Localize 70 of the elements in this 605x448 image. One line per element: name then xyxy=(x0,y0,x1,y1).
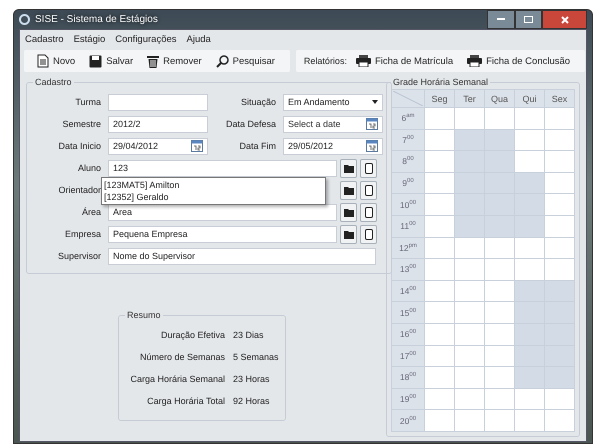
day-header: Sex xyxy=(545,90,574,107)
button-label: Novo xyxy=(53,56,76,66)
summary-label: Carga Horária Semanal xyxy=(129,374,226,384)
field-label: Data Defesa xyxy=(224,119,277,129)
button-label: Ficha de Conclusão xyxy=(486,56,570,66)
summary-label: Número de Semanas xyxy=(138,352,226,362)
button-label: Remover xyxy=(163,56,202,66)
button-label: Ficha de Matrícula xyxy=(374,56,454,66)
window-title: SISE - Sistema de Estágios xyxy=(35,14,158,25)
button-label: Pesquisar xyxy=(232,56,275,66)
field-label: Semestre xyxy=(61,119,102,129)
hour-label: 7$^{00}$ xyxy=(392,130,424,150)
status-dropdown[interactable]: Em Andamento xyxy=(283,94,383,110)
menu-item[interactable]: Cadastro xyxy=(25,34,64,44)
field-label: Data Inicio xyxy=(57,141,102,151)
hour-label: 14$^{00}$ xyxy=(392,280,424,302)
toolbar-button[interactable]: Salvar xyxy=(84,52,138,70)
hour-label: 17$^{00}$ xyxy=(392,346,424,366)
toolbar-button[interactable]: Novo xyxy=(32,52,80,70)
hour-label: 13$^{00}$ xyxy=(392,259,424,280)
input-field[interactable]: 2012/2 xyxy=(108,116,208,132)
field-label: Supervisor xyxy=(56,251,102,261)
date-field[interactable]: 29/05/2012 xyxy=(283,138,383,154)
summary-label: Duração Efetiva xyxy=(160,330,226,340)
toolbar-label: Relatórios: xyxy=(304,56,347,66)
summary-value: 23 Dias xyxy=(233,330,264,340)
report-button[interactable]: Ficha de Conclusão xyxy=(462,53,576,69)
input-field[interactable]: 123 xyxy=(108,160,337,176)
summary-value: 5 Semanas xyxy=(233,352,279,362)
summary-label: Carga Horária Total xyxy=(146,396,226,406)
suggestion-item[interactable]: [123MAT5] Amilton xyxy=(104,179,323,191)
report-button[interactable]: Ficha de Matrícula xyxy=(350,53,458,69)
menu-item[interactable]: Configurações xyxy=(115,34,177,44)
input-field[interactable]: Nome do Supervisor xyxy=(108,248,376,264)
summary-value: 92 Horas xyxy=(233,396,270,406)
hour-label: 9$^{00}$ xyxy=(392,172,424,194)
hour-label: 10$^{00}$ xyxy=(392,194,424,215)
day-header: Seg xyxy=(425,90,454,107)
button-label: Salvar xyxy=(106,56,134,66)
day-header: Ter xyxy=(455,90,484,107)
field-label: Orientador xyxy=(57,185,102,195)
group-title: Resumo xyxy=(126,310,162,320)
hour-label: 6$^{am}$ xyxy=(392,108,424,129)
input-field[interactable]: Pequena Empresa xyxy=(108,226,337,242)
toolbar-button[interactable]: Pesquisar xyxy=(210,52,280,70)
hour-label: 16$^{00}$ xyxy=(392,324,424,345)
field-label: Área xyxy=(80,207,102,217)
field-label: Aluno xyxy=(76,163,102,173)
group-title: Cadastro xyxy=(34,77,73,87)
hour-label: 20$^{00}$ xyxy=(392,410,424,431)
day-header: Qua xyxy=(485,90,514,107)
hour-label: 12$^{pm}$ xyxy=(392,238,424,258)
summary-value: 23 Horas xyxy=(233,374,270,384)
hour-label: 15$^{00}$ xyxy=(392,302,424,323)
field-label: Data Fim xyxy=(238,141,277,151)
hour-label: 18$^{00}$ xyxy=(392,367,424,388)
date-field[interactable]: 29/04/2012 xyxy=(108,138,208,154)
menu-item[interactable]: Ajuda xyxy=(186,34,211,44)
hour-label: 11$^{00}$ xyxy=(392,216,424,237)
date-field[interactable]: Select a date xyxy=(283,116,383,132)
day-header: Qui xyxy=(515,90,544,107)
suggestion-item[interactable]: [12352] Geraldo xyxy=(104,191,323,203)
group-title: Grade Horária Semanal xyxy=(392,77,490,87)
field-label: Situação xyxy=(240,97,277,107)
toolbar-button[interactable]: Remover xyxy=(142,52,207,70)
field-label: Empresa xyxy=(64,229,102,239)
field-label: Turma xyxy=(74,97,102,107)
hour-label: 8$^{00}$ xyxy=(392,151,424,172)
hour-label: 19$^{00}$ xyxy=(392,388,424,410)
menu-item[interactable]: Estágio xyxy=(74,34,106,44)
